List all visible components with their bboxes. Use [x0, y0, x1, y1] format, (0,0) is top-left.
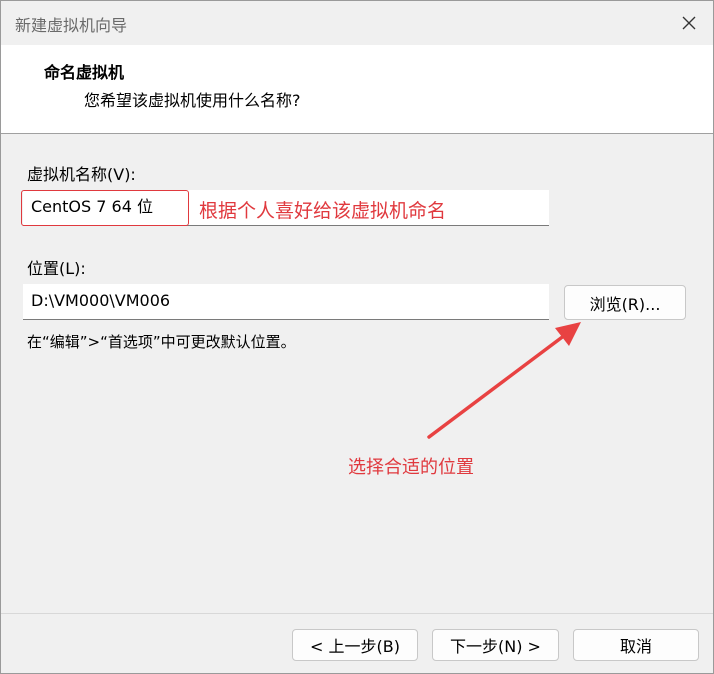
- new-vm-wizard-window: 新建虚拟机向导 命名虚拟机 您希望该虚拟机使用什么名称? 虚拟机名称(V): C…: [0, 0, 714, 674]
- next-button[interactable]: 下一步(N) >: [432, 629, 559, 661]
- footer-divider: [1, 613, 713, 614]
- back-button[interactable]: < 上一步(B): [292, 629, 418, 661]
- location-annotation: 选择合适的位置: [348, 457, 474, 478]
- annotation-arrow: [427, 322, 581, 439]
- cancel-button[interactable]: 取消: [573, 629, 699, 661]
